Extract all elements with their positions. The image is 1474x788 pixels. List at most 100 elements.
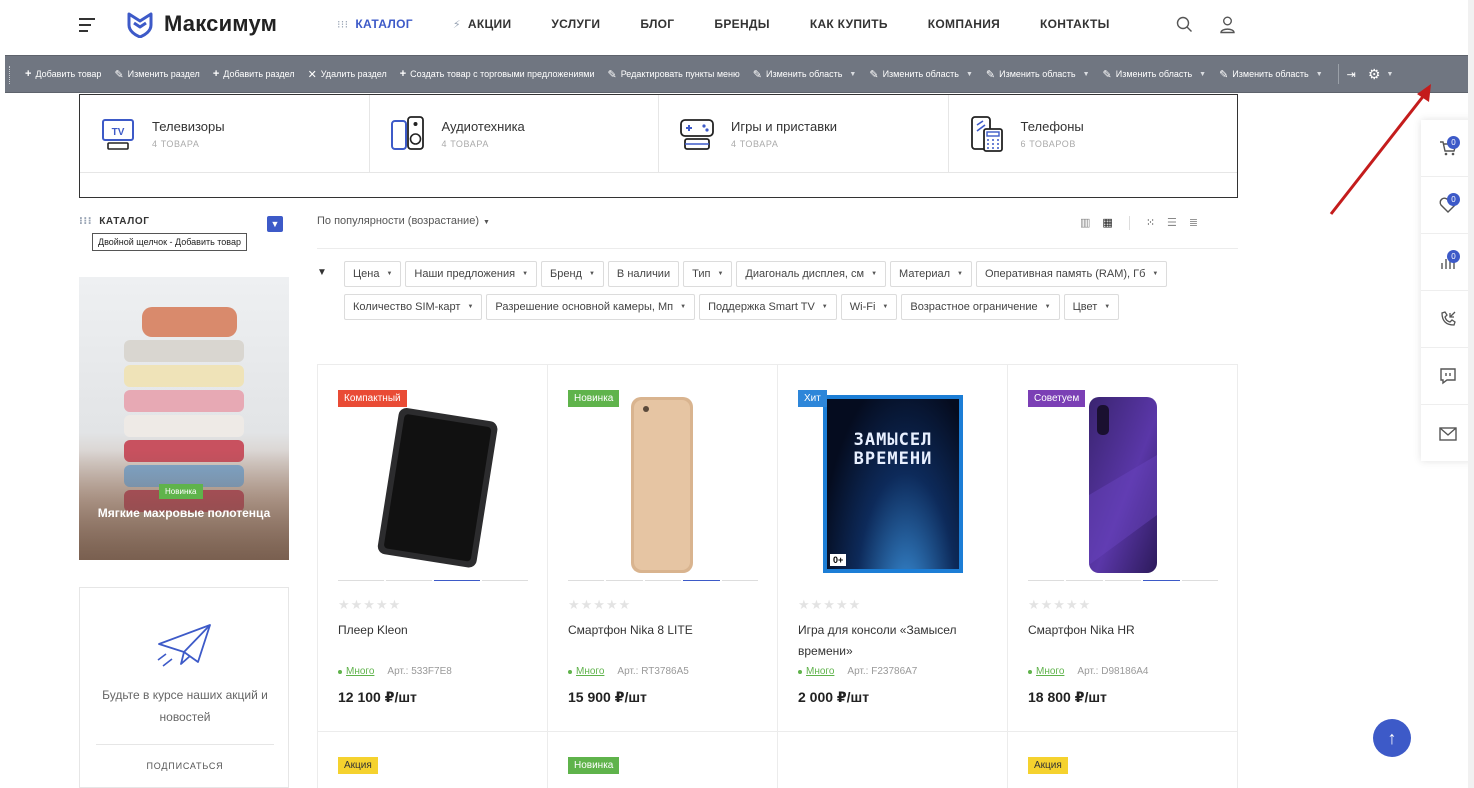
promo-banner[interactable]: Новинка Мягкие махровые полотенца (79, 277, 289, 560)
chevron-down-icon[interactable]: ▼ (1386, 71, 1393, 78)
table-view-icon[interactable]: ≣ (1189, 216, 1198, 230)
chevron-down-icon[interactable]: ▼ (267, 216, 283, 232)
chip-label: Наши предложения (414, 268, 516, 280)
product-card[interactable]: Акция (318, 732, 548, 788)
category-name: Аудиотехника (441, 118, 525, 134)
filter-material[interactable]: Материал ▼ (890, 261, 972, 287)
admin-toolbar: + Добавить товар ✎ Изменить раздел + Добави… (5, 55, 1471, 93)
tooltip: Двойной щелчок - Добавить товар (92, 233, 247, 251)
filter-in-stock[interactable]: В наличии (607, 261, 680, 287)
stock-status[interactable]: Много (1036, 666, 1064, 677)
nav-catalog[interactable]: ⁝⁝⁝ КАТАЛОГ (337, 17, 413, 31)
category-tv[interactable]: TV Телевизоры 4 ТОВАРА (80, 95, 370, 172)
nav-how-to-buy[interactable]: КАК КУПИТЬ (810, 17, 888, 31)
chip-label: Цена (353, 268, 380, 280)
chevron-down-icon: ▼ (1082, 70, 1090, 78)
product-card[interactable]: Хит ЗАМЫСЕЛ ВРЕМЕНИ 0+ ★★★★★ Игра для ко… (778, 365, 1008, 732)
subscribe-button[interactable]: ПОДПИСАТЬСЯ (80, 761, 290, 771)
nav-label: БЛОГ (640, 17, 675, 31)
edit-menu-items-button[interactable]: ✎ Редактировать пункты меню (607, 68, 739, 81)
filter-color[interactable]: Цвет ▼ (1063, 294, 1120, 320)
product-name[interactable]: Плеер Kleon (338, 620, 528, 641)
button-label: Создать товар с торговыми предложениями (410, 69, 595, 79)
category-games[interactable]: Игры и приставки 4 ТОВАРА (659, 95, 949, 172)
product-name[interactable]: Смартфон Nika 8 LITE (568, 620, 758, 641)
filter-camera-resolution[interactable]: Разрешение основной камеры, Мп ▼ (486, 294, 696, 320)
product-name[interactable]: Игра для консоли «Замысел времени» (798, 620, 988, 662)
product-card[interactable]: Новинка ★★★★★ Смартфон Nika 8 LITE Много… (548, 365, 778, 732)
filter-ram[interactable]: Оперативная память (RAM), Гб ▼ (975, 261, 1168, 287)
add-section-button[interactable]: + Добавить раздел (213, 68, 295, 80)
stock-status[interactable]: Много (806, 666, 834, 677)
product-label: Хит (798, 390, 827, 407)
cart-button[interactable]: 0 (1421, 120, 1474, 177)
sort-dropdown[interactable]: По популярности (возрастание) ▼ (317, 215, 490, 227)
callback-button[interactable] (1421, 291, 1474, 348)
chat-button[interactable] (1421, 348, 1474, 405)
edit-area-button[interactable]: ✎ Изменить область ▼ (986, 68, 1090, 81)
edit-section-button[interactable]: ✎ Изменить раздел (114, 68, 199, 81)
user-icon[interactable] (1219, 16, 1236, 34)
stock-status[interactable]: Много (576, 666, 604, 677)
chevron-down-icon: ▼ (871, 271, 878, 277)
create-product-with-offers-button[interactable]: + Создать товар с торговыми предложениями (400, 68, 595, 80)
product-card[interactable]: Новинка (548, 732, 778, 788)
product-card[interactable]: Советуем ★★★★★ Смартфон Nika HR Много Арт… (1008, 365, 1238, 732)
filter-wifi[interactable]: Wi-Fi ▼ (840, 294, 898, 320)
nav-services[interactable]: УСЛУГИ (551, 17, 600, 31)
filter-brand[interactable]: Бренд ▼ (541, 261, 604, 287)
burger-menu-icon[interactable] (79, 18, 95, 32)
category-phones[interactable]: Телефоны 6 ТОВАРОВ (949, 95, 1238, 172)
tv-icon: TV (102, 118, 134, 150)
filter-sim-count[interactable]: Количество SIM-карт ▼ (344, 294, 483, 320)
sku: Арт.: D98186A4 (1077, 666, 1149, 677)
category-count: 4 ТОВАРА (731, 138, 779, 149)
filter-smart-tv[interactable]: Поддержка Smart TV ▼ (699, 294, 837, 320)
nav-label: КАТАЛОГ (355, 17, 413, 31)
filter-age-restriction[interactable]: Возрастное ограничение ▼ (901, 294, 1060, 320)
plus-icon: + (212, 68, 220, 80)
compare-button[interactable]: 0 (1421, 234, 1474, 291)
edit-area-button[interactable]: ✎ Изменить область ▼ (869, 68, 973, 81)
chevron-down-icon: ▼ (588, 271, 595, 277)
nav-brands[interactable]: БРЕНДЫ (714, 17, 769, 31)
product-card[interactable]: Компактный ★★★★★ Плеер Kleon Много Арт.: … (318, 365, 548, 732)
pencil-icon: ✎ (1219, 68, 1229, 81)
stock-status[interactable]: Много (346, 666, 374, 677)
divider (1128, 216, 1130, 230)
view-columns-icon[interactable]: ▥ (1080, 216, 1090, 230)
email-button[interactable] (1421, 405, 1474, 462)
filter-type[interactable]: Тип ▼ (683, 261, 733, 287)
gamepad-icon (680, 118, 714, 150)
scroll-to-top-button[interactable]: ↑ (1373, 719, 1411, 757)
filter-display-diagonal[interactable]: Диагональ дисплея, см ▼ (736, 261, 887, 287)
nav-company[interactable]: КОМПАНИЯ (928, 17, 1000, 31)
toolbar-grip[interactable] (9, 66, 11, 84)
product-card[interactable]: Акция (1008, 732, 1238, 788)
view-columns-dense-icon[interactable]: ▦ (1102, 216, 1112, 230)
site-logo[interactable]: Максимум (126, 10, 277, 38)
list-view-icon[interactable]: ☰ (1167, 216, 1177, 230)
edit-area-button[interactable]: ✎ Изменить область ▼ (1219, 68, 1323, 81)
button-label: Добавить раздел (223, 69, 295, 79)
category-audio[interactable]: Аудиотехника 4 ТОВАРА (370, 95, 659, 172)
favorites-button[interactable]: 0 (1421, 177, 1474, 234)
edit-area-button[interactable]: ✎ Изменить область ▼ (1103, 68, 1207, 81)
nav-blog[interactable]: БЛОГ (640, 17, 674, 31)
smartphone-gold-image (631, 397, 693, 573)
filter-our-offers[interactable]: Наши предложения ▼ (405, 261, 538, 287)
search-icon[interactable] (1176, 16, 1193, 33)
product-name[interactable]: Смартфон Nika HR (1028, 620, 1218, 641)
product-label: Акция (1028, 757, 1068, 774)
filter-funnel-icon[interactable]: ▼ (317, 267, 327, 278)
edit-area-button[interactable]: ✎ Изменить область ▼ (753, 68, 857, 81)
delete-section-button[interactable]: ✕ Удалить раздел (308, 68, 387, 81)
grid-view-icon[interactable]: ⁙ (1146, 216, 1155, 230)
nav-promotions[interactable]: ⚡ АКЦИИ (453, 17, 512, 31)
sidebar-catalog-header[interactable]: ⁝⁝⁝ КАТАЛОГ (79, 216, 283, 227)
add-product-button[interactable]: + Добавить товар (25, 68, 101, 80)
scrollbar[interactable] (1468, 0, 1474, 788)
nav-contacts[interactable]: КОНТАКТЫ (1040, 17, 1110, 31)
filter-price[interactable]: Цена ▼ (344, 261, 402, 287)
product-card[interactable] (778, 732, 1008, 788)
